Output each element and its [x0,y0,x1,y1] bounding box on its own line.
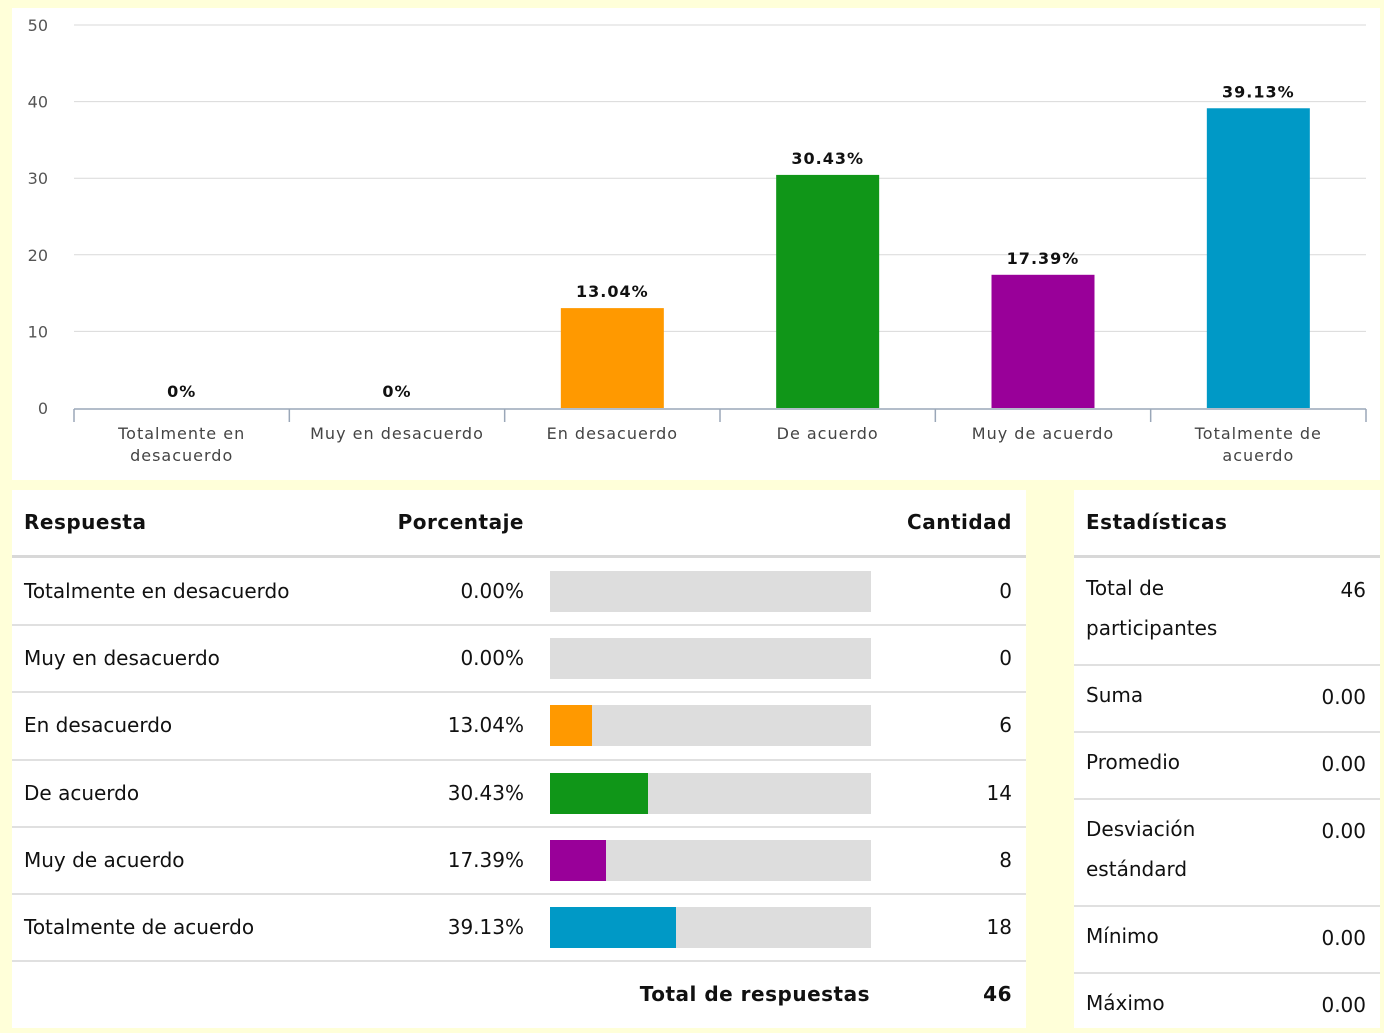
table-row: Muy en desacuerdo 0.00% 0 [12,625,1026,692]
stats-value: 46 [1340,578,1366,602]
x-tick-label: Muy de acuerdo [972,424,1114,443]
row-count: 8 [999,847,1012,872]
percent-bar-fill [550,907,676,948]
y-tick-label: 20 [28,246,48,265]
row-count: 18 [986,915,1012,939]
row-percent: 13.04% [447,713,524,738]
row-percent: 17.39% [447,847,524,872]
percent-bar-track [550,571,871,612]
stats-label: Mínimo [1086,924,1159,948]
stats-label: Total de participantes [1086,576,1218,640]
data-label: 39.13% [1222,82,1295,101]
stats-row: Mínimo 0.00 [1074,906,1380,973]
data-label: 0% [167,382,196,401]
stats-value: 0.00 [1321,752,1366,776]
row-count: 0 [999,646,1012,671]
percent-bar-track [550,907,871,948]
row-count: 6 [999,713,1012,738]
stats-row: Promedio 0.00 [1074,732,1380,799]
bar-5 [991,274,1095,408]
percent-bar-fill [550,705,592,747]
x-tick-label: Muy en desacuerdo [310,424,484,443]
bar-chart: 0 10 20 30 40 50 0% Totalmente en desacuerdo 0% Mu… [28,16,1367,465]
row-label: De acuerdo [24,780,140,805]
row-label: En desacuerdo [24,713,173,738]
statistics-panel: Estadísticas Total de participantes 46 Sum… [1074,490,1380,1028]
y-tick-label: 0 [38,399,48,418]
stats-title: Estadísticas [1086,510,1228,534]
stats-header-row: Estadísticas [1074,490,1380,555]
bar-4 [776,174,880,408]
x-tick-label: acuerdo [1222,446,1294,465]
bar-chart-panel: 0 10 20 30 40 50 0% Totalmente en desacuerdo 0% Mu… [12,8,1380,480]
x-tick-label: En desacuerdo [547,424,679,443]
row-count: 0 [999,579,1012,603]
bar-3 [560,308,664,408]
row-count: 14 [986,780,1012,805]
x-tick-label: Totalmente en [117,424,245,443]
table-total-row: Total de respuestas 46 [12,960,1026,1028]
row-label: Muy en desacuerdo [24,646,220,671]
row-label: Totalmente de acuerdo [24,915,255,939]
header-cantidad: Cantidad [907,510,1012,534]
stats-row: Total de participantes 46 [1074,558,1380,665]
x-tick-label: De acuerdo [777,424,879,443]
table-row: En desacuerdo 13.04% 6 [12,692,1026,759]
table-row: De acuerdo 30.43% 14 [12,760,1026,827]
stats-label: Promedio [1086,750,1181,774]
total-value: 46 [983,982,1012,1006]
stats-row: Máximo 0.00 [1074,973,1380,1033]
row-percent: 0.00% [460,579,524,603]
percent-bar-fill [550,839,606,881]
table-row: Muy de acuerdo 17.39% 8 [12,827,1026,894]
percent-bar-fill [550,772,648,814]
y-tick-label: 30 [28,169,48,188]
percent-bar-track [550,705,871,747]
percent-bar-track [550,772,871,814]
y-tick-label: 50 [28,16,48,35]
bar-6 [1206,108,1310,409]
percent-bar-track [550,638,871,680]
table-row: Totalmente en desacuerdo 0.00% 0 [12,558,1026,625]
table-header-row: Respuesta Porcentaje Cantidad [12,490,1026,555]
row-label: Muy de acuerdo [24,847,185,872]
stats-label: Desviación estándard [1086,817,1196,881]
header-respuesta: Respuesta [24,510,147,534]
data-label: 30.43% [791,149,864,168]
stats-label: Suma [1086,683,1144,707]
row-percent: 0.00% [460,646,524,671]
total-label: Total de respuestas [639,982,870,1006]
stats-value: 0.00 [1321,993,1366,1017]
percent-bar-track [550,839,871,881]
row-percent: 39.13% [447,915,524,939]
data-label: 17.39% [1007,249,1080,268]
stats-value: 0.00 [1321,819,1366,843]
y-tick-label: 40 [28,93,48,112]
data-label: 13.04% [576,282,649,301]
table-row: Totalmente de acuerdo 39.13% 18 [12,894,1026,961]
stats-row: Desviación estándard 0.00 [1074,799,1380,906]
stats-value: 0.00 [1321,685,1366,709]
stats-label: Máximo [1086,991,1165,1015]
header-porcentaje: Porcentaje [397,510,524,534]
responses-table: Respuesta Porcentaje Cantidad Totalmente… [12,490,1026,1028]
row-percent: 30.43% [447,780,524,805]
y-tick-label: 10 [28,322,48,341]
stats-row: Suma 0.00 [1074,665,1380,732]
row-label: Totalmente en desacuerdo [24,579,290,603]
x-tick-label: desacuerdo [130,446,233,465]
x-tick-label: Totalmente de [1194,424,1322,443]
stats-value: 0.00 [1321,926,1366,950]
data-label: 0% [382,382,411,401]
